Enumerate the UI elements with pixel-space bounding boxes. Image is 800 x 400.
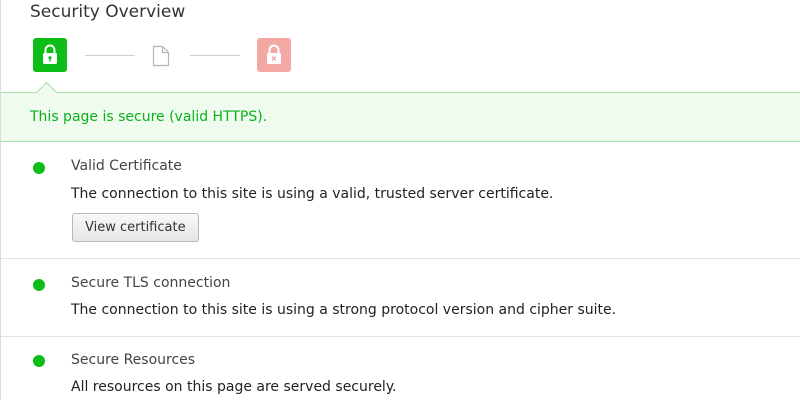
section-title: Secure Resources [71,352,196,368]
step-connector [85,55,135,56]
lock-icon [43,44,57,64]
section-description: All resources on this page are served se… [71,379,397,395]
security-summary: This page is secure (valid HTTPS). [1,92,800,142]
section-description: The connection to this site is using a v… [71,186,554,202]
tls-connection-section: Secure TLS connection The connection to … [1,259,800,337]
section-description: The connection to this site is using a s… [71,302,617,318]
step-connector [190,55,240,56]
section-title: Valid Certificate [71,158,182,174]
view-certificate-button[interactable]: View certificate [72,213,199,242]
insecure-state-step[interactable] [257,38,291,72]
section-title: Secure TLS connection [71,275,231,291]
resources-section: Secure Resources All resources on this p… [1,337,800,400]
broken-lock-icon [267,44,281,64]
neutral-state-step[interactable] [151,38,185,72]
status-dot-icon [33,162,45,174]
secure-state-step[interactable] [33,38,67,72]
status-dot-icon [33,355,45,367]
security-state-steps [1,38,800,74]
security-summary-text: This page is secure (valid HTTPS). [30,109,268,125]
page-title: Security Overview [30,2,186,22]
certificate-section: Valid Certificate The connection to this… [1,143,800,259]
status-dot-icon [33,279,45,291]
document-icon [152,45,170,67]
security-panel: Security Overview This page is secure (v… [0,0,800,400]
